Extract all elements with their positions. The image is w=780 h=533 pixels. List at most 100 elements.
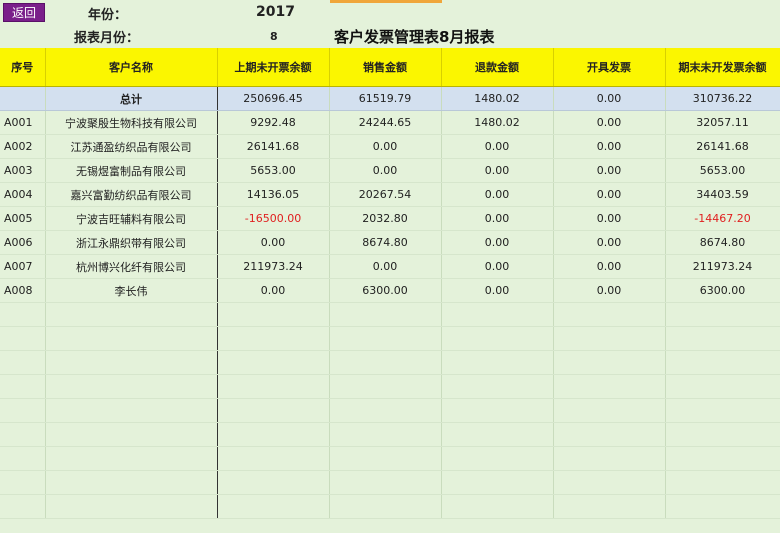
row-id[interactable]: A007 [0, 254, 46, 279]
empty-cell[interactable] [665, 302, 780, 327]
invoiced-amount[interactable]: 0.00 [553, 278, 666, 303]
empty-cell[interactable] [441, 470, 554, 495]
end-balance[interactable]: 8674.80 [665, 230, 780, 255]
prev-balance[interactable]: 0.00 [217, 278, 330, 303]
total-id-cell[interactable] [0, 86, 46, 111]
empty-cell[interactable] [45, 422, 218, 447]
row-id[interactable]: A005 [0, 206, 46, 231]
col-header-sales[interactable]: 销售金额 [329, 48, 442, 87]
empty-cell[interactable] [217, 398, 330, 423]
total-sales[interactable]: 61519.79 [329, 86, 442, 111]
empty-cell[interactable] [665, 326, 780, 351]
prev-balance[interactable]: 26141.68 [217, 134, 330, 159]
prev-balance[interactable]: 14136.05 [217, 182, 330, 207]
empty-cell[interactable] [553, 422, 666, 447]
empty-cell[interactable] [217, 470, 330, 495]
total-invoiced[interactable]: 0.00 [553, 86, 666, 111]
empty-cell[interactable] [217, 302, 330, 327]
row-id[interactable]: A002 [0, 134, 46, 159]
empty-cell[interactable] [217, 494, 330, 519]
customer-name[interactable]: 杭州博兴化纤有限公司 [45, 254, 218, 279]
empty-cell[interactable] [553, 470, 666, 495]
prev-balance[interactable]: -16500.00 [217, 206, 330, 231]
prev-balance[interactable]: 5653.00 [217, 158, 330, 183]
empty-cell[interactable] [45, 374, 218, 399]
empty-cell[interactable] [217, 350, 330, 375]
empty-cell[interactable] [0, 326, 46, 351]
row-id[interactable]: A006 [0, 230, 46, 255]
total-label[interactable]: 总计 [45, 86, 218, 111]
refund-amount[interactable]: 0.00 [441, 158, 554, 183]
refund-amount[interactable]: 1480.02 [441, 110, 554, 135]
prev-balance[interactable]: 0.00 [217, 230, 330, 255]
empty-cell[interactable] [329, 422, 442, 447]
empty-cell[interactable] [665, 446, 780, 471]
sales-amount[interactable]: 20267.54 [329, 182, 442, 207]
empty-cell[interactable] [217, 446, 330, 471]
sales-amount[interactable]: 8674.80 [329, 230, 442, 255]
empty-cell[interactable] [217, 422, 330, 447]
sales-amount[interactable]: 0.00 [329, 158, 442, 183]
refund-amount[interactable]: 0.00 [441, 182, 554, 207]
refund-amount[interactable]: 0.00 [441, 230, 554, 255]
empty-cell[interactable] [553, 398, 666, 423]
col-header-name[interactable]: 客户名称 [45, 48, 218, 87]
prev-balance[interactable]: 9292.48 [217, 110, 330, 135]
empty-cell[interactable] [0, 398, 46, 423]
customer-name[interactable]: 无锡煜富制品有限公司 [45, 158, 218, 183]
row-id[interactable]: A003 [0, 158, 46, 183]
empty-cell[interactable] [553, 374, 666, 399]
customer-name[interactable]: 嘉兴富勤纺织品有限公司 [45, 182, 218, 207]
empty-cell[interactable] [0, 374, 46, 399]
empty-cell[interactable] [45, 398, 218, 423]
empty-cell[interactable] [553, 302, 666, 327]
end-balance[interactable]: 211973.24 [665, 254, 780, 279]
customer-name[interactable]: 宁波吉旺辅料有限公司 [45, 206, 218, 231]
invoiced-amount[interactable]: 0.00 [553, 230, 666, 255]
empty-cell[interactable] [665, 350, 780, 375]
empty-cell[interactable] [329, 446, 442, 471]
col-header-end-balance[interactable]: 期末未开发票余额 [665, 48, 780, 87]
customer-name[interactable]: 浙江永鼎织带有限公司 [45, 230, 218, 255]
empty-cell[interactable] [665, 422, 780, 447]
customer-name[interactable]: 李长伟 [45, 278, 218, 303]
refund-amount[interactable]: 0.00 [441, 254, 554, 279]
empty-cell[interactable] [553, 350, 666, 375]
sales-amount[interactable]: 0.00 [329, 254, 442, 279]
empty-cell[interactable] [217, 326, 330, 351]
refund-amount[interactable]: 0.00 [441, 206, 554, 231]
empty-cell[interactable] [553, 446, 666, 471]
sales-amount[interactable]: 2032.80 [329, 206, 442, 231]
empty-cell[interactable] [45, 470, 218, 495]
empty-cell[interactable] [0, 302, 46, 327]
back-button[interactable]: 返回 [3, 3, 45, 22]
row-id[interactable]: A001 [0, 110, 46, 135]
sales-amount[interactable]: 6300.00 [329, 278, 442, 303]
total-refund[interactable]: 1480.02 [441, 86, 554, 111]
empty-cell[interactable] [553, 326, 666, 351]
invoiced-amount[interactable]: 0.00 [553, 182, 666, 207]
empty-cell[interactable] [329, 302, 442, 327]
empty-cell[interactable] [665, 374, 780, 399]
empty-cell[interactable] [329, 326, 442, 351]
end-balance[interactable]: 6300.00 [665, 278, 780, 303]
empty-cell[interactable] [329, 470, 442, 495]
col-header-invoiced[interactable]: 开具发票 [553, 48, 666, 87]
empty-cell[interactable] [329, 398, 442, 423]
empty-cell[interactable] [0, 422, 46, 447]
end-balance[interactable]: 5653.00 [665, 158, 780, 183]
empty-cell[interactable] [329, 374, 442, 399]
empty-cell[interactable] [441, 494, 554, 519]
total-prev-balance[interactable]: 250696.45 [217, 86, 330, 111]
empty-cell[interactable] [553, 494, 666, 519]
customer-name[interactable]: 江苏通盈纺织品有限公司 [45, 134, 218, 159]
empty-cell[interactable] [665, 494, 780, 519]
refund-amount[interactable]: 0.00 [441, 278, 554, 303]
sales-amount[interactable]: 24244.65 [329, 110, 442, 135]
invoiced-amount[interactable]: 0.00 [553, 254, 666, 279]
refund-amount[interactable]: 0.00 [441, 134, 554, 159]
empty-cell[interactable] [441, 302, 554, 327]
empty-cell[interactable] [45, 350, 218, 375]
empty-cell[interactable] [441, 326, 554, 351]
empty-cell[interactable] [441, 422, 554, 447]
